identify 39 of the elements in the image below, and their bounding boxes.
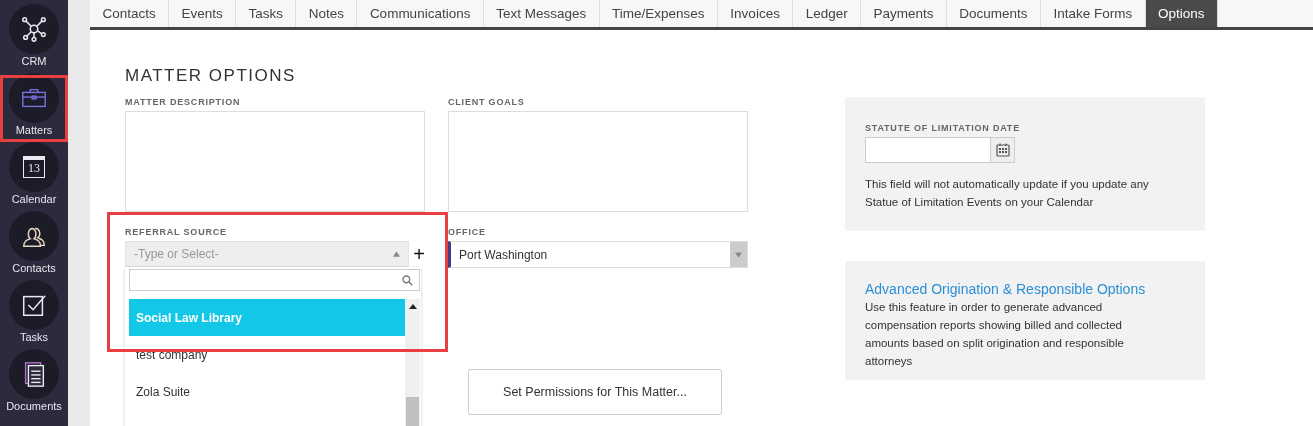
caret-icon bbox=[393, 251, 401, 257]
tab[interactable]: Text Messages bbox=[483, 0, 600, 27]
field-label: REFERRAL SOURCE bbox=[125, 227, 228, 237]
network-icon bbox=[20, 15, 48, 43]
tab[interactable]: Payments bbox=[861, 0, 947, 27]
help-text: Use this feature in order to generate advanced compensation reports showing billed and collected amounts based on split origination and responsible attorneys bbox=[865, 300, 1125, 369]
field-label: STATUTE OF LIMITATION DATE bbox=[865, 123, 1021, 133]
field-label: OFFICE bbox=[448, 227, 487, 237]
permissions-button[interactable]: Set Permissions for This Matter... bbox=[468, 369, 722, 415]
tab[interactable]: Time/Expenses bbox=[599, 0, 718, 27]
tab[interactable]: Intake Forms bbox=[1041, 0, 1146, 27]
caret-icon bbox=[735, 251, 742, 258]
tab[interactable]: Tasks bbox=[236, 0, 297, 27]
tab[interactable]: Events bbox=[169, 0, 237, 27]
scroll-thumb[interactable] bbox=[406, 397, 419, 426]
tab[interactable]: Invoices bbox=[717, 0, 794, 27]
search-field[interactable] bbox=[129, 269, 420, 291]
dropdown-option[interactable]: Zola Suite bbox=[129, 373, 405, 410]
dropdown-option[interactable]: test company bbox=[129, 336, 405, 373]
tab[interactable]: Notes bbox=[296, 0, 358, 27]
help-text: This field will not automatically update if you update any Statue of Limitation Events on your Calendar bbox=[865, 177, 1150, 210]
section-heading: MATTER OPTIONS bbox=[125, 66, 297, 86]
tab[interactable]: Documents bbox=[946, 0, 1041, 27]
search-icon bbox=[402, 274, 413, 286]
tab[interactable]: Ledger bbox=[793, 0, 862, 27]
tab[interactable]: Options bbox=[1145, 0, 1218, 27]
calendar-icon: 13 bbox=[23, 156, 45, 178]
add-button[interactable]: + bbox=[413, 244, 425, 264]
description-field[interactable] bbox=[125, 111, 425, 212]
tab[interactable]: Communications bbox=[357, 0, 484, 27]
scrollbar[interactable] bbox=[405, 299, 420, 426]
tab[interactable]: Contacts bbox=[90, 0, 170, 27]
field-label: CLIENT GOALS bbox=[448, 97, 526, 107]
office-select[interactable]: Port Washington bbox=[448, 241, 748, 268]
scroll-up-icon bbox=[409, 304, 417, 309]
calendar-icon bbox=[995, 143, 1010, 157]
goals-field[interactable] bbox=[448, 111, 748, 212]
field-label: MATTER DESCRIPTION bbox=[125, 97, 242, 107]
date-field[interactable] bbox=[865, 137, 1015, 163]
